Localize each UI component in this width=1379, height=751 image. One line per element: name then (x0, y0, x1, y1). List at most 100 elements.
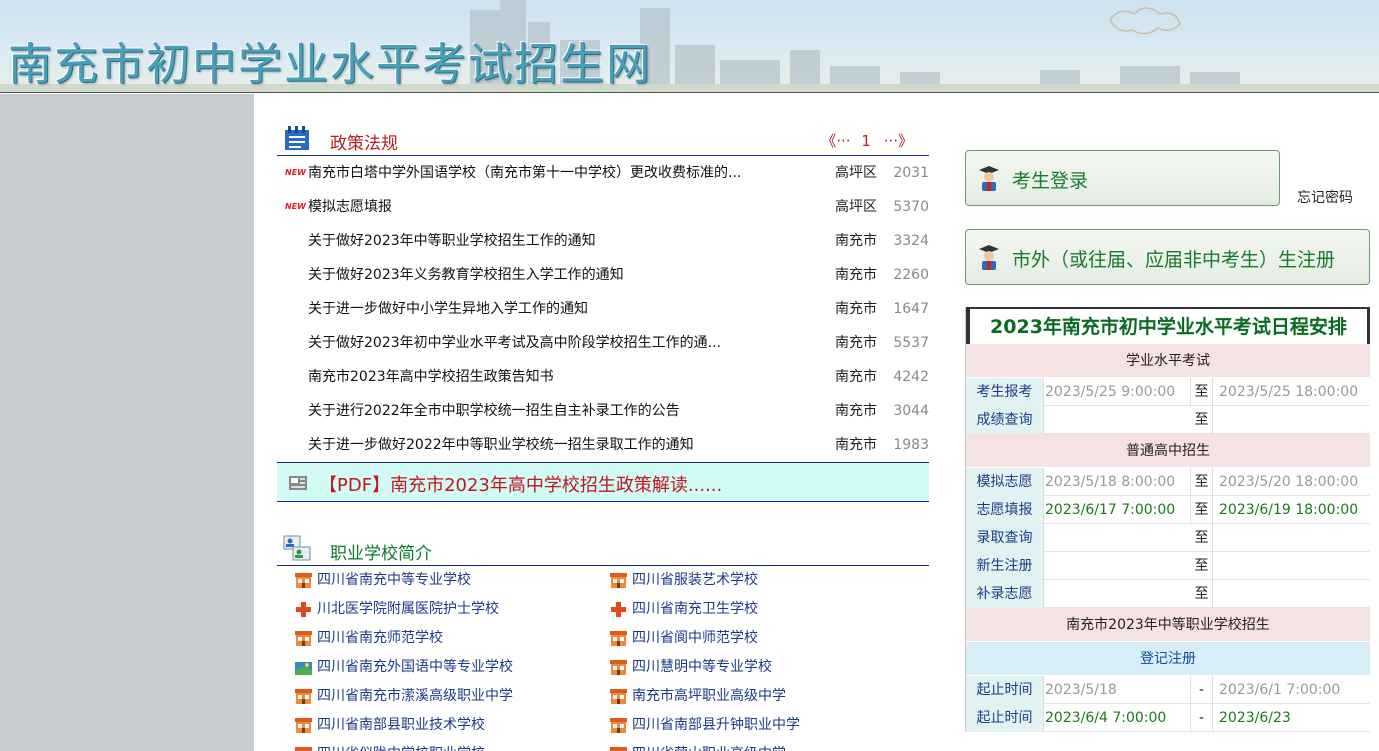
vocational-school-link[interactable]: 四川省营山职业高级中学 (610, 740, 925, 751)
vocational-school-link[interactable]: 四川省阆中师范学校 (610, 624, 925, 653)
vocational-school-link[interactable]: 四川慧明中等专业学校 (610, 653, 925, 682)
vocational-school-link[interactable]: 南充市高坪职业高级中学 (610, 682, 925, 711)
news-title-link[interactable]: 模拟志愿填报 (308, 190, 392, 224)
news-view-count: 5537 (893, 335, 929, 351)
vocational-school-link[interactable]: 四川省南部县升钟职业中学 (610, 711, 925, 740)
school-icon (295, 573, 312, 588)
schedule-end-time: 2023/6/23 (1219, 710, 1291, 726)
news-title-link[interactable]: 关于做好2023年初中学业水平考试及高中阶段学校招生工作的通... (308, 326, 721, 360)
vocational-section-header: 职业学校简介 (277, 528, 929, 566)
pdf-policy-link[interactable]: 【PDF】南充市2023年高中学校招生政策解读...... (319, 471, 722, 497)
news-district: 南充市 (835, 369, 877, 385)
vocational-school-link[interactable]: 四川省南充师范学校 (295, 624, 610, 653)
news-item[interactable]: NEW 南充市白塔中学外国语学校（南充市第十一中学校）更改收费标准的... 高坪区 2… (277, 156, 929, 190)
news-view-count: 1983 (893, 437, 929, 453)
school-icon (610, 631, 627, 646)
schedule-row-label: 录取查询 (966, 524, 1044, 552)
schedule-row: 起止时间 2023/5/18-2023/6/1 7:00:00 (966, 676, 1370, 704)
vocational-school-link[interactable]: 四川省仪陇中学校职业学校 (295, 740, 610, 751)
graduate-icon (979, 245, 999, 270)
news-title-link[interactable]: 南充市白塔中学外国语学校（南充市第十一中学校）更改收费标准的... (308, 156, 741, 190)
news-title-link[interactable]: 关于进一步做好2022年中等职业学校统一招生录取工作的通知 (308, 428, 694, 462)
vocational-school-link[interactable]: 四川省南充中等专业学校 (295, 566, 610, 595)
school-icon (295, 689, 312, 704)
id-card-icon (283, 535, 311, 561)
left-sidebar (0, 94, 254, 751)
news-item[interactable]: 关于做好2023年义务教育学校招生入学工作的通知 南充市 2260 (277, 258, 929, 292)
vocational-school-link[interactable]: 四川省南部县职业技术学校 (295, 711, 610, 740)
vocational-school-name[interactable]: 四川省仪陇中学校职业学校 (317, 746, 485, 751)
schedule-row: 补录志愿 至 (966, 580, 1370, 608)
schedule-body: 学业水平考试 考生报考 2023/5/25 9:00:00 至 2023/5/25 18… (966, 344, 1370, 732)
forgot-password-link[interactable]: 忘记密码 (1297, 187, 1353, 207)
news-item[interactable]: 南充市2023年高中学校招生政策告知书 南充市 4242 (277, 360, 929, 394)
news-district: 南充市 (835, 233, 877, 249)
vocational-school-name[interactable]: 川北医学院附属医院护士学校 (317, 601, 499, 617)
schedule-row-label: 新生注册 (966, 552, 1044, 580)
school-icon (295, 718, 312, 733)
notepad-icon (285, 126, 309, 150)
schedule-separator: 至 (1191, 406, 1213, 434)
vocational-school-name[interactable]: 四川省营山职业高级中学 (632, 746, 786, 751)
vocational-school-name[interactable]: 四川省服装艺术学校 (632, 572, 758, 588)
schedule-row: 成绩查询 至 (966, 406, 1370, 434)
news-view-count: 2031 (893, 165, 929, 181)
news-title-link[interactable]: 关于做好2023年义务教育学校招生入学工作的通知 (308, 258, 624, 292)
schedule-row: 起止时间 2023/6/4 7:00:00-2023/6/23 (966, 704, 1370, 732)
news-item[interactable]: 关于做好2023年初中学业水平考试及高中阶段学校招生工作的通... 南充市 5537 (277, 326, 929, 360)
news-title-link[interactable]: 关于进行2022年全市中职学校统一招生自主补录工作的公告 (308, 394, 680, 428)
pager-prev-button[interactable]: 《··· (821, 132, 850, 150)
site-header: 南充市初中学业水平考试招生网 (0, 0, 1379, 93)
news-item[interactable]: 关于进一步做好2022年中等职业学校统一招生录取工作的通知 南充市 1983 (277, 428, 929, 462)
news-view-count: 4242 (893, 369, 929, 385)
vocational-school-name[interactable]: 四川省南充卫生学校 (632, 601, 758, 617)
vocational-school-link[interactable]: 四川省服装艺术学校 (610, 566, 925, 595)
student-login-button[interactable]: 考生登录 (965, 150, 1280, 206)
vocational-school-link[interactable]: 四川省南充外国语中等专业学校 (295, 653, 610, 682)
vocational-school-name[interactable]: 四川慧明中等专业学校 (632, 659, 772, 675)
schedule-start-time: 2023/6/4 7:00:00 (1045, 704, 1191, 732)
news-item[interactable]: NEW 模拟志愿填报 高坪区 5370 (277, 190, 929, 224)
vocational-school-link[interactable]: 四川省南充市潆溪高级职业中学 (295, 682, 610, 711)
vocational-school-name[interactable]: 四川省南充市潆溪高级职业中学 (317, 688, 513, 704)
vocational-school-name[interactable]: 四川省南部县升钟职业中学 (632, 717, 800, 733)
globe-icon (295, 662, 312, 675)
schedule-separator: 至 (1191, 378, 1213, 406)
policy-section-title: 政策法规 (330, 134, 398, 154)
news-title-link[interactable]: 关于进一步做好中小学生异地入学工作的通知 (308, 292, 588, 326)
school-icon (610, 573, 627, 588)
schedule-start-time: 2023/5/25 9:00:00 (1045, 378, 1191, 406)
schedule-row: 志愿填报 2023/6/17 7:00:00 至 2023/6/19 18:00:00 (966, 496, 1370, 524)
schedule-separator: - (1191, 704, 1213, 732)
news-title-link[interactable]: 关于做好2023年中等职业学校招生工作的通知 (308, 224, 596, 258)
schedule-row-label: 起止时间 (966, 676, 1044, 704)
vocational-school-link[interactable]: 川北医学院附属医院护士学校 (295, 595, 610, 624)
register-button[interactable]: 市外（或往届、应届非中考生）生注册 (965, 229, 1370, 285)
schedule-separator: - (1191, 676, 1213, 704)
schedule-row-label: 补录志愿 (966, 580, 1044, 608)
schedule-table: 2023年南充市初中学业水平考试日程安排 学业水平考试 考生报考 2023/5/25… (965, 307, 1370, 732)
schedule-title: 2023年南充市初中学业水平考试日程安排 (966, 307, 1370, 344)
vocational-section-title: 职业学校简介 (330, 544, 432, 564)
news-item[interactable]: 关于进行2022年全市中职学校统一招生自主补录工作的公告 南充市 3044 (277, 394, 929, 428)
schedule-row: 考生报考 2023/5/25 9:00:00 至 2023/5/25 18:00:00 (966, 378, 1370, 406)
vocational-school-name[interactable]: 四川省南部县职业技术学校 (317, 717, 485, 733)
vocational-school-link[interactable]: 四川省南充卫生学校 (610, 595, 925, 624)
vocational-school-name[interactable]: 四川省南充师范学校 (317, 630, 443, 646)
news-item[interactable]: 关于做好2023年中等职业学校招生工作的通知 南充市 3324 (277, 224, 929, 258)
pager-next-button[interactable]: ···》 (884, 132, 913, 150)
main-content: 政策法规 《··· 1 ···》 NEW 南充市白塔中学外国语学校（南充市第十一中… (277, 118, 929, 751)
vocational-school-name[interactable]: 四川省阆中师范学校 (632, 630, 758, 646)
schedule-group-header: 普通高中招生 (966, 434, 1370, 468)
vocational-school-name[interactable]: 四川省南充外国语中等专业学校 (317, 659, 513, 675)
vocational-school-name[interactable]: 四川省南充中等专业学校 (317, 572, 471, 588)
schedule-end-time: 2023/6/19 18:00:00 (1219, 502, 1359, 518)
schedule-separator: 至 (1191, 524, 1213, 552)
vocational-school-grid: 四川省南充中等专业学校 四川省服装艺术学校川北医学院附属医院护士学校 四川省南充卫生… (277, 566, 929, 751)
schedule-separator: 至 (1191, 580, 1213, 608)
pager-current-page[interactable]: 1 (861, 132, 871, 150)
school-icon (295, 631, 312, 646)
vocational-school-name[interactable]: 南充市高坪职业高级中学 (632, 688, 786, 704)
news-item[interactable]: 关于进一步做好中小学生异地入学工作的通知 南充市 1647 (277, 292, 929, 326)
news-title-link[interactable]: 南充市2023年高中学校招生政策告知书 (308, 360, 554, 394)
